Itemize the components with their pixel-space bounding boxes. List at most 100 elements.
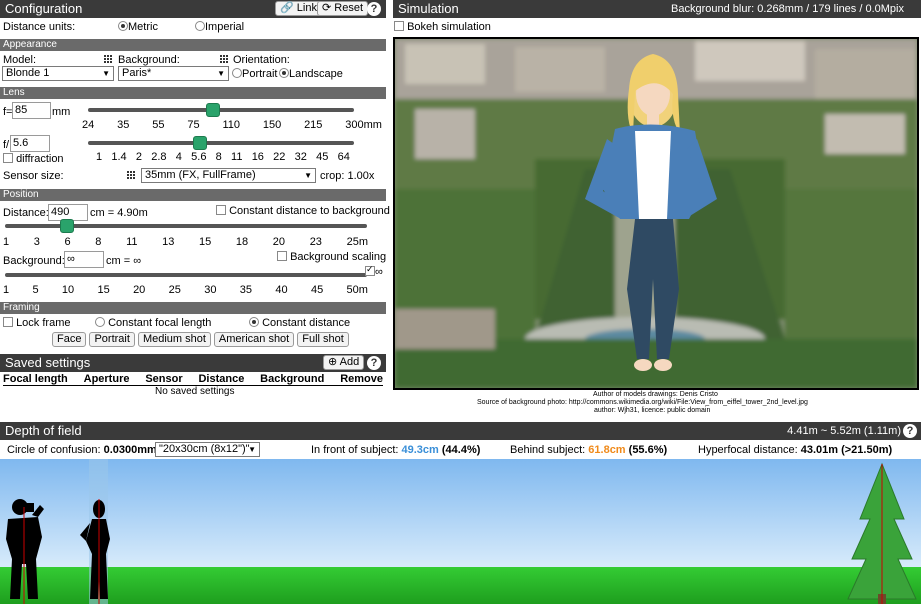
checkbox-icon[interactable] (394, 21, 404, 31)
hyper-value: 43.01m (>21.50m) (800, 444, 893, 456)
background-tick-label: 10 (61, 284, 75, 296)
behind-label: Behind subject: (510, 444, 586, 456)
imperial-radio[interactable]: Imperial (195, 21, 244, 33)
background-select[interactable]: Paris* ▼ (118, 66, 229, 81)
reset-button[interactable]: ⟳ Reset (317, 1, 369, 16)
distance-suffix: cm = 4.90m (90, 207, 148, 219)
help-icon[interactable]: ? (367, 356, 381, 370)
constant-distance-label: Constant distance (262, 317, 351, 329)
checkbox-icon[interactable] (3, 153, 13, 163)
focal-tick-label: 24 (82, 119, 95, 131)
portrait-radio[interactable]: Portrait (232, 68, 277, 80)
aperture-input[interactable]: 5.6 (10, 135, 50, 152)
bokeh-checkbox[interactable]: Bokeh simulation (394, 21, 491, 33)
background-distance-input[interactable]: ∞ (64, 251, 104, 268)
saved-column-header: Distance (198, 373, 245, 385)
background-distance-label: Background: (3, 255, 65, 267)
checkbox-icon[interactable] (277, 251, 287, 261)
coc-select[interactable]: "20x30cm (8x12")" ▼ (155, 442, 260, 457)
distance-tick-label: 3 (33, 236, 40, 248)
landscape-label: Landscape (289, 68, 343, 80)
background-tick-label: 1 (3, 284, 10, 296)
lock-frame-checkbox[interactable]: Lock frame (3, 317, 70, 329)
radio-on-icon[interactable] (249, 317, 259, 327)
link-button[interactable]: 🔗 Link (275, 1, 322, 16)
grid-icon[interactable] (104, 55, 113, 64)
front-label: In front of subject: (311, 444, 399, 456)
background-ticks: 1 5 10 15 20 25 30 35 40 45 50m (3, 284, 368, 296)
dof-diagram (0, 459, 921, 604)
focal-unit: mm (52, 106, 71, 118)
hyper-label: Hyperfocal distance: (698, 444, 798, 456)
front-pct: (44.4%) (441, 444, 481, 456)
distance-tick-label: 1 (3, 236, 10, 248)
dropdown-arrow-icon: ▼ (304, 171, 312, 180)
aperture-ticks: 1 1.4 2 2.8 4 5.6 8 11 16 22 32 45 64 (96, 151, 350, 163)
distance-knob[interactable] (59, 219, 74, 233)
dof-ground (0, 567, 921, 604)
appearance-section-header: Appearance (0, 39, 386, 51)
position-section-header: Position (0, 189, 386, 201)
framing-medium-shot-button[interactable]: Medium shot (137, 332, 211, 347)
background-tick-label: 5 (32, 284, 39, 296)
background-blur-text: Background blur: 0.268mm / 179 lines / 0… (671, 3, 904, 15)
radio-off-icon[interactable] (232, 68, 242, 78)
framing-portrait-button[interactable]: Portrait (89, 332, 135, 347)
sensor-select[interactable]: 35mm (FX, FullFrame) ▼ (141, 168, 316, 183)
help-icon[interactable]: ? (367, 2, 381, 16)
focal-length-input[interactable]: 85 (12, 102, 51, 119)
landscape-radio[interactable]: Landscape (279, 68, 343, 80)
radio-on-icon[interactable] (279, 68, 289, 78)
coc-value: 0.0300mm (103, 444, 157, 456)
checkbox-icon[interactable] (216, 205, 226, 215)
background-tick-label: 30 (204, 284, 217, 296)
diffraction-checkbox[interactable]: diffraction (3, 153, 64, 165)
aperture-tick-label: 1.4 (111, 151, 127, 163)
bg-scaling-checkbox[interactable]: Background scaling (277, 251, 386, 263)
focal-tick-label: 150 (262, 119, 282, 131)
focal-length-slider[interactable] (88, 108, 354, 112)
add-button[interactable]: ⊕ Add (323, 355, 365, 370)
dof-sky (0, 459, 921, 569)
aperture-tick-label: 1 (96, 151, 103, 163)
constant-bg-checkbox[interactable]: Constant distance to background (216, 205, 390, 217)
focal-length-knob[interactable] (206, 103, 221, 117)
distance-tick-label: 13 (162, 236, 175, 248)
background-slider[interactable] (5, 273, 367, 277)
aperture-knob[interactable] (192, 136, 207, 150)
infinity-checkbox[interactable]: ∞ (365, 264, 383, 278)
framing-face-button[interactable]: Face (52, 332, 87, 347)
units-label: Distance units: (3, 21, 76, 33)
help-icon[interactable]: ? (903, 424, 917, 438)
framing-full-shot-button[interactable]: Full shot (297, 332, 349, 347)
checkbox-checked-icon[interactable] (365, 264, 375, 276)
dropdown-arrow-icon: ▼ (217, 69, 225, 78)
constant-focal-radio[interactable]: Constant focal length (95, 317, 211, 329)
distance-tick-label: 25m (346, 236, 368, 248)
radio-off-icon[interactable] (195, 21, 205, 31)
background-label: Background: (118, 54, 180, 66)
credit-line-1: Author of models drawings: Denis Cristo (593, 391, 718, 398)
constant-distance-radio[interactable]: Constant distance (249, 317, 350, 329)
background-tick-label: 20 (133, 284, 146, 296)
framing-american-shot-button[interactable]: American shot (213, 332, 295, 347)
framing-buttons: Face Portrait Medium shot American shot Full… (52, 332, 349, 347)
infinity-label: ∞ (375, 266, 383, 278)
radio-on-icon[interactable] (118, 21, 128, 31)
behind-pct: (55.6%) (628, 444, 668, 456)
grid-icon[interactable] (220, 55, 229, 64)
background-tick-label: 45 (310, 284, 324, 296)
background-value: Paris* (122, 67, 152, 79)
focal-tick-label: 75 (187, 119, 200, 131)
portrait-label: Portrait (242, 68, 278, 80)
model-label: Model: (3, 54, 37, 66)
model-select[interactable]: Blonde 1 ▼ (2, 66, 114, 81)
checkbox-icon[interactable] (3, 317, 13, 327)
saved-settings-columns: Focal length Aperture Sensor Distance Backgr… (3, 373, 383, 386)
aperture-slider[interactable] (88, 141, 354, 145)
sensor-label: Sensor size: (3, 170, 64, 182)
grid-icon[interactable] (127, 171, 136, 180)
metric-radio[interactable]: Metric (118, 21, 158, 33)
coc-label: Circle of confusion: 0.0300mm (7, 444, 157, 456)
radio-off-icon[interactable] (95, 317, 105, 327)
